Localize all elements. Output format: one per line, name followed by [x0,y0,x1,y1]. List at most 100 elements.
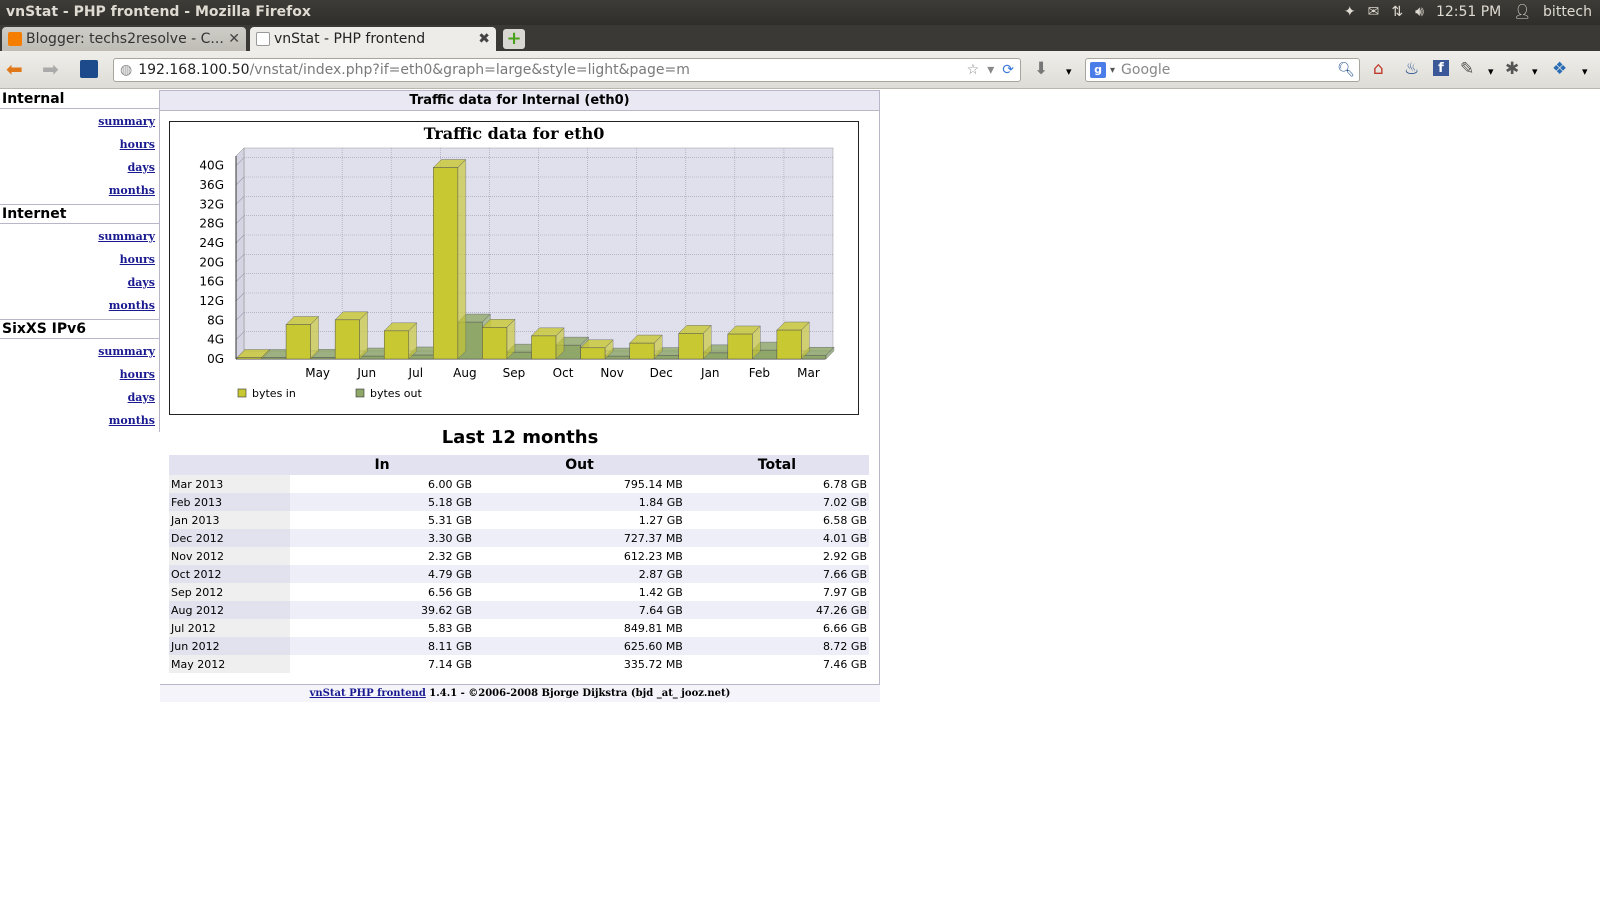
bar-bytes-in [334,311,369,360]
bar-bytes-in-face [580,347,606,360]
interface-sidebar: Internal summary hours days months Inter… [0,90,160,432]
out-cell: 612.23 MB [474,547,685,565]
table-row: Mar 2013 6.00 GB 795.14 MB 6.78 GB [169,475,869,493]
fire-icon[interactable]: ♨ [1404,60,1419,78]
vnstat-addon-icon[interactable] [80,60,98,78]
bar-bytes-in-face [334,319,360,360]
tab-label: vnStat - PHP frontend [274,31,426,47]
footer-text: 1.4.1 - ©2006-2008 Bjorge Dijkstra (bjd … [425,688,731,699]
tools-icon[interactable]: ✎ [1460,60,1474,78]
download-icon[interactable]: ⬇ [1034,60,1048,78]
table-row: Sep 2012 6.56 GB 1.42 GB 7.97 GB [169,583,869,601]
dropdown-arrow-icon[interactable]: ▾ [1582,63,1588,81]
dropdown-arrow-icon[interactable]: ▾ [987,62,994,78]
close-icon[interactable]: ✕ [228,31,240,47]
window-titlebar: vnStat - PHP frontend - Mozilla Firefox … [0,0,1600,25]
month-cell: May 2012 [169,655,290,673]
bar-bytes-in-face [776,329,802,360]
y-tick-label: 20G [199,255,224,269]
network-icon[interactable]: ⇅ [1391,4,1403,20]
close-icon[interactable]: ✖ [478,31,490,47]
clock[interactable]: 12:51 PM [1436,4,1501,20]
month-cell: Jun 2012 [169,637,290,655]
search-icon[interactable]: 🔍︎ [1337,62,1355,78]
link-summary[interactable]: summary [0,227,155,250]
bar-bytes-out-face [604,355,630,360]
link-hours[interactable]: hours [0,135,155,158]
dropdown-arrow-icon[interactable]: ▾ [1066,63,1072,81]
out-cell: 625.60 MB [474,637,685,655]
link-days[interactable]: days [0,388,155,411]
link-days[interactable]: days [0,158,155,181]
mail-icon[interactable]: ✉ [1368,4,1380,20]
table-row: Jul 2012 5.83 GB 849.81 MB 6.66 GB [169,619,869,637]
page-footer: vnStat PHP frontend 1.4.1 - ©2006-2008 B… [160,684,880,702]
link-hours[interactable]: hours [0,365,155,388]
link-months[interactable]: months [0,296,155,319]
main-content: Traffic data for Internal (eth0) Traffic… [160,90,880,702]
addon-icon[interactable]: ✱ [1505,60,1519,78]
chart-title: Traffic data for eth0 [424,124,605,143]
user-name[interactable]: bittech [1543,4,1592,20]
y-tick-label: 32G [199,197,224,211]
user-icon[interactable]: 👤︎ [1513,4,1531,20]
volume-icon[interactable]: 🔊︎ [1415,4,1424,20]
url-host: 192.168.100.50 [138,62,250,78]
extension-icon[interactable]: ❖ [1552,60,1567,78]
search-input[interactable]: Google [1121,62,1170,78]
legend-label: bytes out [370,387,423,400]
bar-bytes-in [629,334,663,360]
dropdown-arrow-icon[interactable]: ▾ [1532,63,1538,81]
traffic-table: In Out Total Mar 2013 6.00 GB 795.14 MB 6.7… [169,455,869,673]
y-tick-label: 16G [199,275,224,289]
x-tick-label: Dec [650,366,673,380]
in-cell: 5.18 GB [290,493,475,511]
reload-icon[interactable]: ⟳ [1002,62,1014,78]
search-box[interactable]: g ▾ Google 🔍︎ [1085,58,1360,82]
month-cell: Dec 2012 [169,529,290,547]
tab-blogger[interactable]: Blogger: techs2resolve - C... ✕ [2,27,246,51]
interface-group-internal: Internal summary hours days months [0,90,159,204]
footer-link[interactable]: vnStat PHP frontend [310,688,426,699]
search-engine-icon[interactable]: g [1090,62,1106,78]
home-icon[interactable]: ⌂ [1373,60,1384,78]
in-cell: 6.56 GB [290,583,475,601]
bar-bytes-in [285,315,320,360]
total-cell: 6.58 GB [684,511,869,529]
tab-vnstat[interactable]: vnStat - PHP frontend ✖ [250,27,496,51]
dropdown-arrow-icon[interactable]: ▾ [1110,65,1115,76]
dropdown-arrow-icon[interactable]: ▾ [1488,63,1494,81]
y-tick-label: 40G [199,159,224,173]
out-cell: 1.84 GB [474,493,685,511]
legend-swatch [355,388,365,398]
total-cell: 2.92 GB [684,547,869,565]
out-cell: 335.72 MB [474,655,685,673]
total-cell: 6.78 GB [684,475,869,493]
link-summary[interactable]: summary [0,342,155,365]
bookmark-star-icon[interactable]: ☆ [967,62,980,78]
table-row: Aug 2012 39.62 GB 7.64 GB 47.26 GB [169,601,869,619]
url-bar[interactable]: ◍ 192.168.100.50 /vnstat/index.php?if=et… [113,58,1021,82]
bar-bytes-out-face [801,354,827,360]
table-header-row: In Out Total [169,455,869,475]
facebook-icon[interactable]: f [1433,60,1449,76]
month-cell: Mar 2013 [169,475,290,493]
link-months[interactable]: months [0,411,155,434]
x-tick-label: May [305,366,330,380]
link-summary[interactable]: summary [0,112,155,135]
in-cell: 7.14 GB [290,655,475,673]
total-cell: 47.26 GB [684,601,869,619]
out-cell: 1.27 GB [474,511,685,529]
dropbox-icon[interactable]: ✦ [1344,4,1356,20]
bar-bytes-in [481,318,516,360]
back-button[interactable]: ⬅ [6,59,23,79]
link-days[interactable]: days [0,273,155,296]
link-hours[interactable]: hours [0,250,155,273]
link-months[interactable]: months [0,181,155,204]
forward-button[interactable]: ➡ [42,59,59,79]
new-tab-button[interactable]: + [503,29,525,49]
chart-svg: Traffic data for eth0 0G 4G 8G 12G 16G 20G 24G 2… [199,124,835,400]
y-tick-label: 4G [207,333,224,347]
total-cell: 7.97 GB [684,583,869,601]
interface-group-sixxs: SixXS IPv6 summary hours days months [0,319,159,434]
